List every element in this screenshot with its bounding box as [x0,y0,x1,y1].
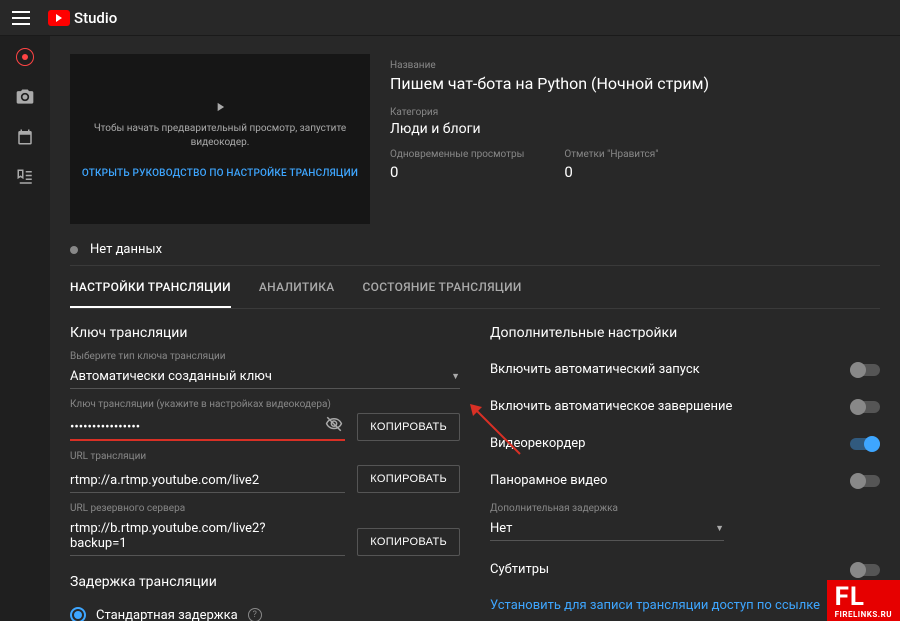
key-type-select[interactable]: Автоматически созданный ключ ▼ [70,365,460,389]
stream-url-input[interactable]: rtmp://a.rtmp.youtube.com/live2 [70,469,345,493]
tab-analytics[interactable]: АНАЛИТИКА [259,280,335,308]
status-dot-icon [70,246,78,254]
copy-backup-button[interactable]: КОПИРОВАТЬ [357,528,460,556]
help-icon[interactable]: ? [248,608,262,621]
delay-value: Нет [490,521,512,536]
stream-title: Пишем чат-бота на Python (Ночной стрим) [390,74,880,93]
chevron-down-icon: ▼ [715,523,724,534]
pano-label: Панорамное видео [490,473,607,488]
tabs: НАСТРОЙКИ ТРАНСЛЯЦИИ АНАЛИТИКА СОСТОЯНИЕ… [70,266,880,309]
play-icon [213,100,227,114]
stream-url-label: URL трансляции [70,451,460,462]
stream-info: Название Пишем чат-бота на Python (Ночно… [390,54,880,224]
pano-toggle[interactable] [850,475,880,487]
manage-icon [16,168,34,186]
badge-small: FIRELINKS.RU [835,610,892,619]
sidebar [0,36,50,621]
extra-title: Дополнительные настройки [490,325,880,341]
sidebar-item-calendar[interactable] [14,126,36,148]
autoend-label: Включить автоматическое завершение [490,399,732,414]
autostart-label: Включить автоматический запуск [490,362,700,377]
tab-state[interactable]: СОСТОЯНИЕ ТРАНСЛЯЦИИ [363,280,522,308]
radio-standard-latency[interactable]: Стандартная задержка ? [70,600,460,621]
subs-toggle[interactable] [850,564,880,576]
delay-select[interactable]: Нет ▼ [490,517,724,541]
key-type-label: Выберите тип ключа трансляции [70,351,460,362]
badge-big: FL [835,584,892,610]
dvr-toggle[interactable] [850,438,880,450]
copy-url-button[interactable]: КОПИРОВАТЬ [357,465,460,493]
radio-icon [70,607,86,621]
sidebar-item-camera[interactable] [14,86,36,108]
calendar-icon [16,128,34,146]
sidebar-item-live[interactable] [14,46,36,68]
copy-key-button[interactable]: КОПИРОВАТЬ [357,413,460,441]
watermark-badge: FL FIRELINKS.RU [827,580,900,621]
backup-url-input[interactable]: rtmp://b.rtmp.youtube.com/live2?backup=1 [70,517,345,556]
stream-key-input[interactable]: •••••••••••••••• [70,416,345,441]
tab-settings[interactable]: НАСТРОЙКИ ТРАНСЛЯЦИИ [70,280,231,308]
live-icon [16,48,34,66]
autoend-toggle[interactable] [850,401,880,413]
viewers-value: 0 [390,163,524,181]
dvr-label: Видеорекордер [490,436,585,451]
delay-label: Дополнительная задержка [490,503,880,514]
chevron-down-icon: ▼ [451,371,460,382]
logo[interactable]: Studio [48,9,117,27]
guide-link[interactable]: ОТКРЫТЬ РУКОВОДСТВО ПО НАСТРОЙКЕ ТРАНСЛЯ… [82,168,358,179]
brand-text: Studio [74,9,117,27]
camera-icon [15,87,35,107]
viewers-label: Одновременные просмотры [390,149,524,160]
youtube-icon [48,10,70,26]
status-text: Нет данных [90,242,162,257]
likes-label: Отметки "Нравится" [564,149,664,160]
autostart-toggle[interactable] [850,364,880,376]
stream-key-label: Ключ трансляции (укажите в настройках ви… [70,399,460,410]
likes-value: 0 [564,163,664,181]
preview-panel: Чтобы начать предварительный просмотр, з… [70,54,370,224]
key-type-value: Автоматически созданный ключ [70,369,272,384]
category-label: Категория [390,107,880,118]
access-link[interactable]: Установить для записи трансляции доступ … [490,588,820,613]
backup-url-label: URL резервного сервера [70,503,460,514]
preview-message: Чтобы начать предварительный просмотр, з… [80,122,360,150]
menu-icon[interactable] [12,11,30,25]
category-value: Люди и блоги [390,121,880,137]
subs-label: Субтитры [490,562,549,577]
status-row: Нет данных [70,232,880,266]
radio-label: Стандартная задержка [96,608,238,621]
visibility-off-icon[interactable] [325,415,343,437]
title-label: Название [390,60,880,71]
sidebar-item-manage[interactable] [14,166,36,188]
stream-key-title: Ключ трансляции [70,325,460,341]
latency-title: Задержка трансляции [70,574,460,590]
